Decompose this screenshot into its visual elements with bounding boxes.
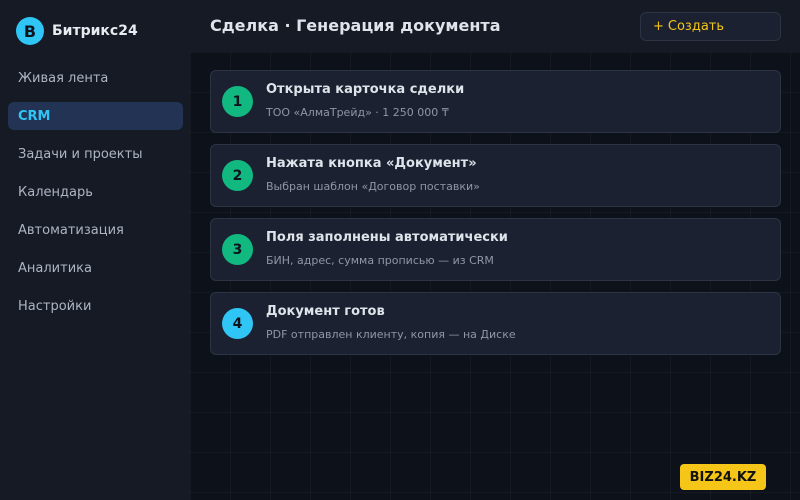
sidebar-item-tasks[interactable]: Задачи и проекты <box>8 140 183 168</box>
step-card: 2 Нажата кнопка «Документ» Выбран шаблон… <box>210 144 781 207</box>
sidebar-item-feed[interactable]: Живая лента <box>8 64 183 92</box>
step-subtitle: PDF отправлен клиенту, копия — на Диске <box>266 328 516 341</box>
sidebar-item-crm[interactable]: CRM <box>8 102 183 130</box>
plus-icon: + <box>653 19 664 34</box>
sidebar-item-analytics[interactable]: Аналитика <box>8 254 183 282</box>
step-card: 1 Открыта карточка сделки ТОО «АлмаТрейд… <box>210 70 781 133</box>
step-card: 4 Документ готов PDF отправлен клиенту, … <box>210 292 781 355</box>
step-number-badge: 2 <box>222 160 253 191</box>
create-button-label: Создать <box>667 19 725 34</box>
steps-list: 1 Открыта карточка сделки ТОО «АлмаТрейд… <box>210 70 781 366</box>
step-title: Документ готов <box>266 304 385 319</box>
step-subtitle: ТОО «АлмаТрейд» · 1 250 000 ₸ <box>266 106 449 119</box>
step-subtitle: Выбран шаблон «Договор поставки» <box>266 180 480 193</box>
sidebar-nav: Живая лента CRM Задачи и проекты Календа… <box>8 64 183 330</box>
page-title: Сделка · Генерация документа <box>210 16 501 35</box>
step-title: Нажата кнопка «Документ» <box>266 156 477 171</box>
brand-badge: BIZ24.KZ <box>680 464 766 490</box>
app-logo[interactable]: B Битрикс24 <box>16 17 138 45</box>
step-number-badge: 3 <box>222 234 253 265</box>
bitrix-logo-icon: B <box>16 17 44 45</box>
top-header: Сделка · Генерация документа + Создать <box>190 0 800 52</box>
step-number-badge: 4 <box>222 308 253 339</box>
create-button[interactable]: + Создать <box>640 12 781 41</box>
step-title: Поля заполнены автоматически <box>266 230 508 245</box>
app-name: Битрикс24 <box>52 23 138 39</box>
step-number-badge: 1 <box>222 86 253 117</box>
sidebar-item-settings[interactable]: Настройки <box>8 292 183 320</box>
step-title: Открыта карточка сделки <box>266 82 465 97</box>
sidebar: B Битрикс24 Живая лента CRM Задачи и про… <box>0 0 190 500</box>
step-subtitle: БИН, адрес, сумма прописью — из CRM <box>266 254 494 267</box>
sidebar-item-calendar[interactable]: Календарь <box>8 178 183 206</box>
step-card: 3 Поля заполнены автоматически БИН, адре… <box>210 218 781 281</box>
sidebar-item-automation[interactable]: Автоматизация <box>8 216 183 244</box>
